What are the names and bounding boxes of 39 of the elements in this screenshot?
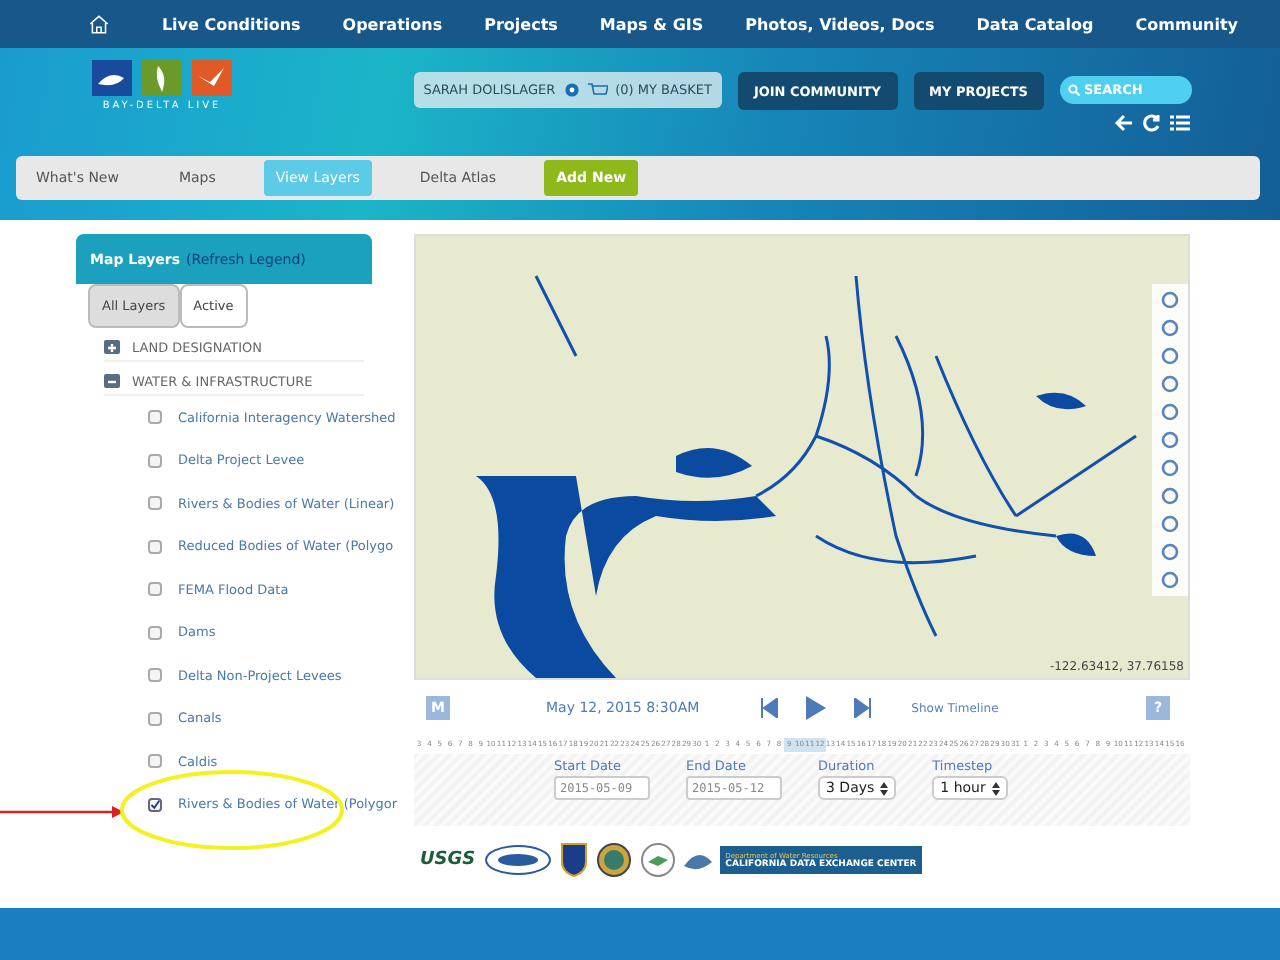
bird-logo-icon	[192, 60, 232, 96]
shield-logo-icon	[559, 842, 588, 878]
list-icon[interactable]	[1170, 114, 1190, 132]
skip-forward-button[interactable]	[853, 698, 872, 718]
usgs-logo: USGS	[420, 850, 476, 870]
nav-link[interactable]: Community	[1135, 15, 1238, 33]
refresh-icon[interactable]	[1142, 114, 1162, 132]
nav-link[interactable]: Data Catalog	[976, 15, 1094, 33]
nav-link[interactable]: Maps & GIS	[599, 15, 704, 33]
dropdown-arrows-icon	[991, 781, 1000, 795]
bird-seal-logo-icon	[639, 842, 676, 878]
round-seal-logo-icon	[595, 842, 632, 878]
back-arrow-icon[interactable]	[1114, 114, 1134, 132]
gear-icon[interactable]	[563, 82, 580, 98]
whale-logo-icon	[92, 60, 132, 96]
annotation-arrow	[0, 806, 124, 818]
nav-link[interactable]: Photos, Videos, Docs	[745, 15, 935, 33]
layer-checkbox[interactable]	[148, 539, 162, 554]
skip-back-button[interactable]	[759, 698, 778, 718]
play-button[interactable]	[805, 696, 826, 720]
expand-icon[interactable]	[104, 340, 120, 354]
nav-link[interactable]: Projects	[484, 15, 558, 33]
layer-checkbox[interactable]	[148, 496, 162, 511]
layer-checkbox[interactable]	[148, 625, 162, 640]
dropdown-arrows-icon	[880, 781, 889, 795]
layer-checkbox[interactable]	[148, 410, 162, 425]
layer-checkbox[interactable]	[148, 711, 162, 726]
layer-checkbox[interactable]	[148, 797, 162, 812]
nav-link[interactable]: Operations	[342, 15, 443, 33]
layer-checkbox[interactable]	[148, 668, 162, 683]
nav-link[interactable]: Live Conditions	[161, 15, 301, 33]
cart-icon[interactable]	[587, 82, 608, 98]
fish-logo-icon	[683, 850, 712, 870]
layer-checkbox[interactable]	[148, 754, 162, 769]
collapse-icon[interactable]	[104, 374, 120, 388]
leaf-logo-icon	[142, 60, 182, 96]
oval-seal-logo-icon	[483, 844, 552, 876]
layer-checkbox[interactable]	[148, 582, 162, 597]
layer-checkbox[interactable]	[148, 453, 162, 468]
